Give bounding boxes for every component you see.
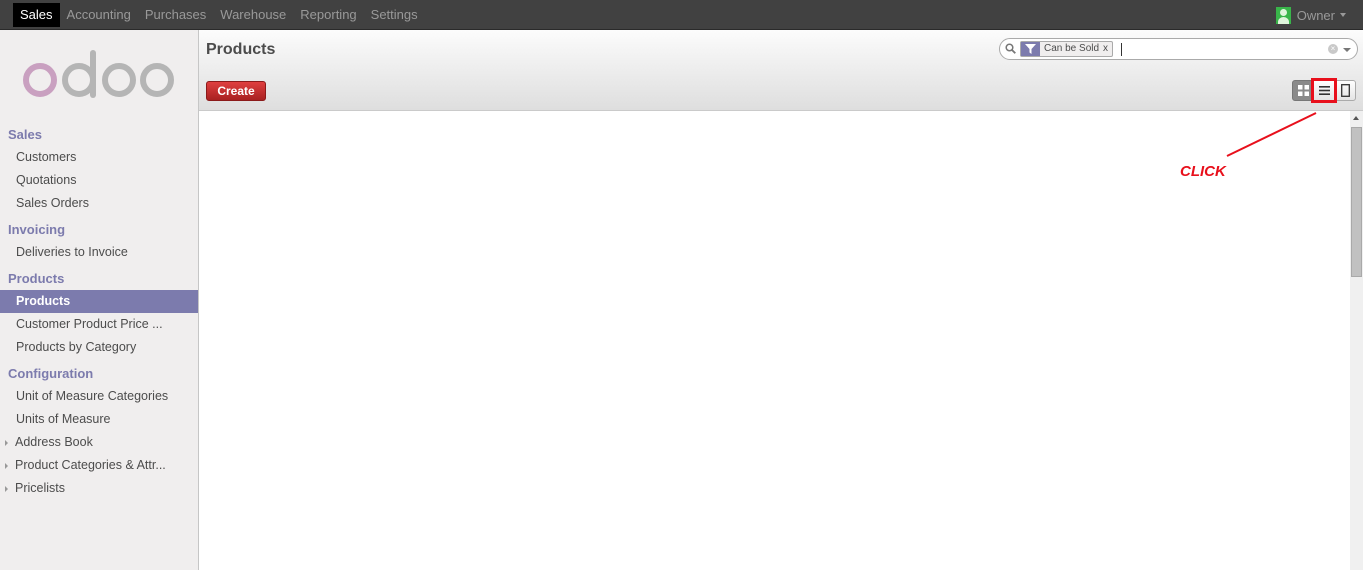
sidebar-item-label: Product Categories & Attr... xyxy=(15,458,166,472)
page-title: Products xyxy=(206,41,276,58)
sidebar-item-units-of-measure[interactable]: Units of Measure xyxy=(0,408,198,431)
search-icon xyxy=(1005,43,1016,54)
form-icon xyxy=(1340,84,1350,97)
filter-icon xyxy=(1021,42,1040,56)
sidebar-item-products-by-category[interactable]: Products by Category xyxy=(0,336,198,359)
sidebar-item-pricelists[interactable]: Pricelists xyxy=(0,477,198,500)
clear-search-icon[interactable]: × xyxy=(1328,44,1338,54)
section-configuration: Configuration xyxy=(8,366,94,381)
odoo-logo xyxy=(23,50,174,98)
section-invoicing: Invoicing xyxy=(8,222,66,237)
top-menu-accounting[interactable]: Accounting xyxy=(60,3,138,27)
user-name: Owner xyxy=(1296,7,1335,23)
sidebar-item-address-book[interactable]: Address Book xyxy=(0,431,198,454)
top-menu-warehouse[interactable]: Warehouse xyxy=(213,3,293,27)
view-switcher xyxy=(1292,78,1356,103)
search-facet[interactable]: Can be Sold x xyxy=(1020,41,1114,57)
scroll-up-icon[interactable] xyxy=(1353,116,1359,120)
kanban-view-button[interactable] xyxy=(1292,80,1314,101)
create-button[interactable]: Create xyxy=(206,81,266,101)
top-menu-settings[interactable]: Settings xyxy=(364,3,425,27)
top-menu-reporting[interactable]: Reporting xyxy=(293,3,363,27)
user-menu[interactable]: Owner xyxy=(1275,6,1346,24)
list-icon xyxy=(1318,86,1330,95)
expand-arrow-icon xyxy=(5,440,8,446)
vertical-scrollbar[interactable] xyxy=(1350,111,1363,570)
kanban-icon xyxy=(1297,85,1309,96)
sidebar-item-deliveries-to-invoice[interactable]: Deliveries to Invoice xyxy=(0,241,198,264)
top-menu-purchases[interactable]: Purchases xyxy=(138,3,213,27)
top-menu-sales[interactable]: Sales xyxy=(13,3,60,27)
sidebar-item-customer-product-price[interactable]: Customer Product Price ... xyxy=(0,313,198,336)
expand-arrow-icon xyxy=(5,486,8,492)
search-box[interactable]: Can be Sold x × xyxy=(999,38,1358,60)
sidebar-item-quotations[interactable]: Quotations xyxy=(0,169,198,192)
sidebar-item-customers[interactable]: Customers xyxy=(0,146,198,169)
form-view-button[interactable] xyxy=(1334,80,1356,101)
section-sales: Sales xyxy=(8,127,42,142)
sidebar-item-product-categories[interactable]: Product Categories & Attr... xyxy=(0,454,198,477)
search-input[interactable] xyxy=(1121,43,1122,56)
sidebar-menu: Sales Customers Quotations Sales Orders … xyxy=(0,123,198,500)
sidebar-item-uom-categories[interactable]: Unit of Measure Categories xyxy=(0,385,198,408)
avatar xyxy=(1275,6,1291,24)
top-navbar: Sales Accounting Purchases Warehouse Rep… xyxy=(0,0,1363,30)
facet-remove-button[interactable]: x xyxy=(1103,42,1112,56)
sidebar-item-sales-orders[interactable]: Sales Orders xyxy=(0,192,198,215)
search-dropdown-toggle[interactable] xyxy=(1343,48,1351,52)
section-products: Products xyxy=(8,271,65,286)
scrollbar-thumb[interactable] xyxy=(1351,127,1362,277)
sidebar-item-products[interactable]: Products xyxy=(0,290,198,313)
expand-arrow-icon xyxy=(5,463,8,469)
facet-value: Can be Sold xyxy=(1044,43,1100,54)
list-view-button[interactable] xyxy=(1311,78,1337,103)
caret-down-icon xyxy=(1340,13,1346,17)
control-panel: Products Create Can be Sold x × xyxy=(199,30,1363,111)
sidebar-item-label: Pricelists xyxy=(15,481,66,495)
top-menu: Sales Accounting Purchases Warehouse Rep… xyxy=(13,3,425,27)
sidebar-item-label: Address Book xyxy=(15,435,93,449)
sidebar: Sales Customers Quotations Sales Orders … xyxy=(0,30,199,570)
click-annotation-label: CLICK xyxy=(1180,163,1226,180)
